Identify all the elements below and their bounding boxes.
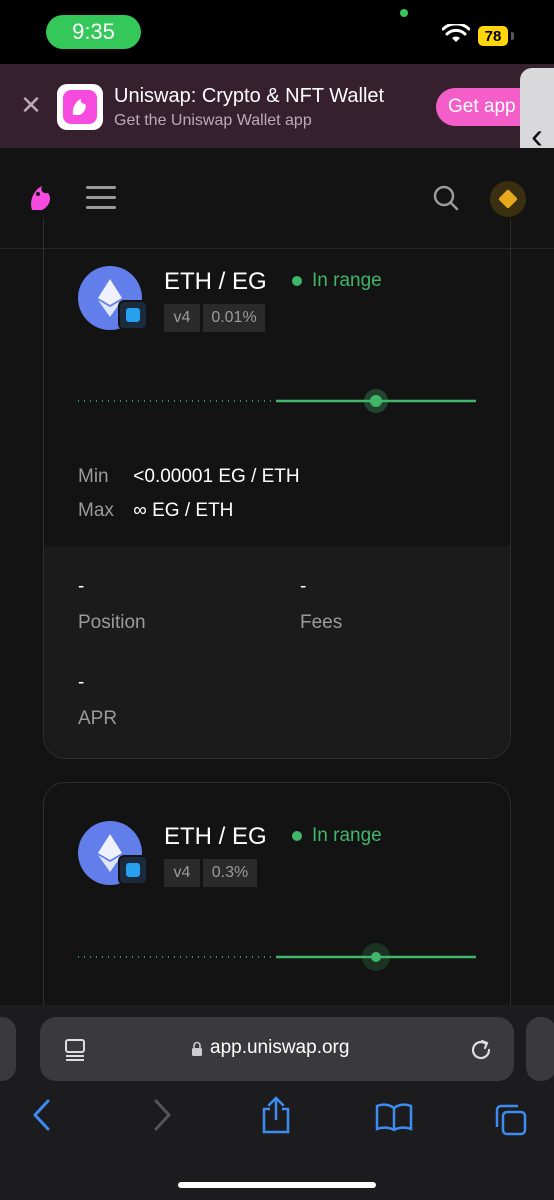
pair-title: ETH / EG	[164, 823, 267, 850]
status-dot-icon	[292, 276, 302, 286]
max-value: ∞ EG / ETH	[133, 500, 234, 521]
position-label: Position	[78, 612, 146, 633]
previous-tab-preview[interactable]	[0, 1017, 16, 1081]
min-value: <0.00001 EG / ETH	[133, 466, 300, 487]
camera-indicator	[400, 9, 408, 17]
search-icon[interactable]	[432, 184, 460, 212]
uniswap-app-icon	[57, 84, 103, 130]
banner-title: Uniswap: Crypto & NFT Wallet	[114, 85, 385, 107]
tabs-icon[interactable]	[494, 1103, 528, 1137]
time-display: 9:35	[46, 15, 141, 49]
reader-icon[interactable]	[64, 1038, 86, 1062]
apr-value: -	[78, 672, 85, 693]
price-range-chart	[78, 943, 476, 971]
share-icon[interactable]	[259, 1095, 293, 1135]
min-label: Min	[78, 466, 109, 487]
battery-icon: 78	[478, 26, 508, 46]
wallet-avatar-icon[interactable]	[490, 181, 526, 217]
fees-stat: - Fees	[300, 576, 342, 634]
fee-tier-tag: 0.3%	[203, 859, 257, 887]
next-tab-preview[interactable]	[526, 1017, 554, 1081]
min-price-row: Min <0.00001 EG / ETH	[78, 466, 300, 488]
pair-title: ETH / EG	[164, 268, 267, 295]
uniswap-logo-icon[interactable]	[24, 180, 60, 216]
price-range-chart	[78, 389, 476, 413]
position-stats: - Position - Fees - APR	[44, 546, 510, 758]
status-text: In range	[312, 270, 382, 291]
address-bar[interactable]: app.uniswap.org	[40, 1017, 514, 1081]
status-dot-icon	[292, 831, 302, 841]
position-card[interactable]: ETH / EG In range v4 0.01% Min <0.00001 …	[43, 218, 511, 759]
position-value: -	[78, 576, 85, 597]
max-label: Max	[78, 500, 114, 521]
version-tag: v4	[164, 859, 200, 887]
back-icon[interactable]	[30, 1098, 54, 1132]
url-text: app.uniswap.org	[210, 1037, 350, 1058]
version-tag: v4	[164, 304, 200, 332]
fee-tier-tag: 0.01%	[203, 304, 265, 332]
battery-tip	[511, 32, 514, 40]
banner-subtitle: Get the Uniswap Wallet app	[114, 112, 312, 129]
status-text: In range	[312, 825, 382, 846]
status-badge: In range	[292, 825, 382, 847]
menu-icon[interactable]	[86, 186, 116, 216]
max-price-row: Max ∞ EG / ETH	[78, 500, 233, 522]
status-badge: In range	[292, 270, 382, 292]
fees-value: -	[300, 576, 307, 597]
forward-icon[interactable]	[150, 1098, 174, 1132]
position-stat: - Position	[78, 576, 146, 634]
status-bar: 9:35 78	[0, 0, 554, 64]
close-icon[interactable]: ✕	[20, 92, 42, 118]
reload-icon[interactable]	[468, 1037, 494, 1063]
lock-icon	[192, 1041, 202, 1056]
arbitrum-chain-icon	[118, 300, 148, 330]
app-install-banner: ✕ Uniswap: Crypto & NFT Wallet Get the U…	[0, 64, 554, 148]
apr-stat: - APR	[78, 672, 117, 730]
bookmarks-icon[interactable]	[375, 1102, 413, 1132]
apr-label: APR	[78, 708, 118, 729]
fees-label: Fees	[300, 612, 343, 633]
home-indicator	[178, 1182, 376, 1188]
wifi-icon	[442, 24, 470, 42]
browser-toolbar: app.uniswap.org	[0, 1005, 554, 1200]
arbitrum-chain-icon	[118, 855, 148, 885]
